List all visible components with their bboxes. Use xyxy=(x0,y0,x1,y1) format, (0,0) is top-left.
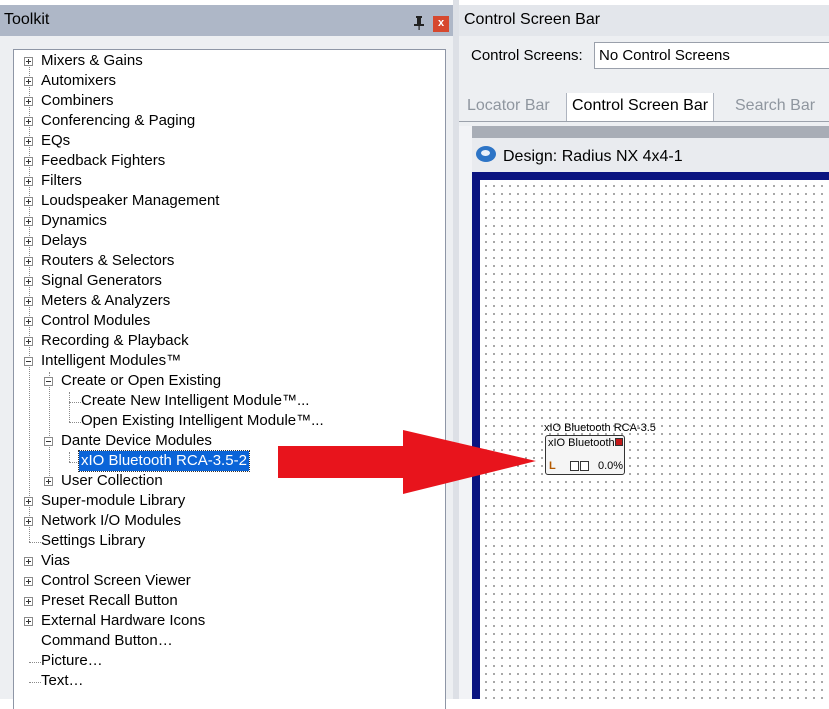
design-globe-icon xyxy=(476,146,496,162)
control-screens-value: No Control Screens xyxy=(599,47,730,64)
module-level-readout: 0.0% xyxy=(598,460,624,472)
expand-icon[interactable] xyxy=(24,197,33,206)
expand-icon[interactable] xyxy=(24,97,33,106)
tree-item-signal-generators[interactable]: Signal Generators xyxy=(41,271,162,291)
tree-item-settings-library[interactable]: Settings Library xyxy=(41,531,145,551)
tree-item-dante-device-modules[interactable]: Dante Device Modules xyxy=(61,431,212,451)
toolkit-title: Toolkit xyxy=(4,11,50,28)
module-name: xIO Bluetooth xyxy=(548,437,615,449)
tree-item-combiners[interactable]: Combiners xyxy=(41,91,114,111)
expand-icon[interactable] xyxy=(24,317,33,326)
expand-icon[interactable] xyxy=(24,237,33,246)
expand-icon[interactable] xyxy=(24,577,33,586)
tree-item-text[interactable]: Text… xyxy=(41,671,84,691)
tree-item-picture[interactable]: Picture… xyxy=(41,651,103,671)
tree-item-network-io-modules[interactable]: Network I/O Modules xyxy=(41,511,181,531)
expand-icon[interactable] xyxy=(24,277,33,286)
tree-item-recording-playback[interactable]: Recording & Playback xyxy=(41,331,189,351)
pin-icon[interactable] xyxy=(413,16,425,30)
tree-item-open-existing-module[interactable]: Open Existing Intelligent Module™... xyxy=(81,411,324,431)
tree-item-control-screen-viewer[interactable]: Control Screen Viewer xyxy=(41,571,191,591)
tree-item-external-hardware-icons[interactable]: External Hardware Icons xyxy=(41,611,205,631)
tree-line xyxy=(29,542,41,543)
tree-item-user-collection[interactable]: User Collection xyxy=(61,471,163,491)
tree-item-routers-selectors[interactable]: Routers & Selectors xyxy=(41,251,174,271)
tree-item-feedback-fighters[interactable]: Feedback Fighters xyxy=(41,151,165,171)
expand-icon[interactable] xyxy=(24,517,33,526)
tree-item-delays[interactable]: Delays xyxy=(41,231,87,251)
tree-line xyxy=(69,462,79,463)
module-caption: xIO Bluetooth RCA-3.5 xyxy=(544,422,656,434)
control-screen-bar-title: Control Screen Bar xyxy=(464,11,601,28)
tree-item-vias[interactable]: Vias xyxy=(41,551,70,571)
expand-icon[interactable] xyxy=(24,557,33,566)
tree-line xyxy=(49,372,50,482)
status-led-icon xyxy=(615,438,623,446)
expand-icon[interactable] xyxy=(24,497,33,506)
tree-item-command-button[interactable]: Command Button… xyxy=(41,631,173,651)
expand-icon[interactable] xyxy=(24,337,33,346)
tree-item-eqs[interactable]: EQs xyxy=(41,131,70,151)
collapse-icon[interactable] xyxy=(44,377,53,386)
tree-item-control-modules[interactable]: Control Modules xyxy=(41,311,150,331)
control-screen-bar-titlebar: Control Screen Bar xyxy=(459,5,829,36)
tree-line xyxy=(69,452,70,462)
tree-item-intelligent-modules[interactable]: Intelligent Modules™ xyxy=(41,351,181,371)
expand-icon[interactable] xyxy=(24,257,33,266)
tabs-underline xyxy=(459,121,829,122)
tab-control-screen-bar[interactable]: Control Screen Bar xyxy=(566,93,715,121)
tree-line xyxy=(69,402,81,403)
expand-icon[interactable] xyxy=(24,77,33,86)
module-channel-label: L xyxy=(549,460,556,472)
tab-search-bar[interactable]: Search Bar xyxy=(735,93,815,121)
xio-bluetooth-module[interactable]: xIO Bluetooth L 0.0% xyxy=(545,435,625,475)
tree-item-super-module-library[interactable]: Super-module Library xyxy=(41,491,185,511)
toolkit-titlebar: Toolkit x xyxy=(0,5,453,36)
expand-icon[interactable] xyxy=(24,617,33,626)
expand-icon[interactable] xyxy=(24,217,33,226)
control-screens-label: Control Screens: xyxy=(471,47,583,64)
tree-item-preset-recall-button[interactable]: Preset Recall Button xyxy=(41,591,178,611)
expand-icon[interactable] xyxy=(24,157,33,166)
collapse-icon[interactable] xyxy=(44,437,53,446)
tree-item-xio-bluetooth[interactable]: xIO Bluetooth RCA-3.5-2 xyxy=(78,450,250,472)
red-arrow-icon xyxy=(278,430,536,494)
tree-line xyxy=(29,682,41,683)
meter-box-icon xyxy=(570,461,579,471)
tree-item-loudspeaker-management[interactable]: Loudspeaker Management xyxy=(41,191,219,211)
tree-item-create-or-open[interactable]: Create or Open Existing xyxy=(61,371,221,391)
expand-icon[interactable] xyxy=(24,117,33,126)
tab-locator-bar[interactable]: Locator Bar xyxy=(467,93,550,121)
tree-line xyxy=(69,392,70,422)
tree-item-filters[interactable]: Filters xyxy=(41,171,82,191)
tree-item-meters-analyzers[interactable]: Meters & Analyzers xyxy=(41,291,170,311)
tree-item-dynamics[interactable]: Dynamics xyxy=(41,211,107,231)
expand-icon[interactable] xyxy=(44,477,53,486)
design-title: Design: Radius NX 4x4-1 xyxy=(503,148,683,165)
control-screens-dropdown[interactable]: No Control Screens xyxy=(594,42,829,69)
expand-icon[interactable] xyxy=(24,177,33,186)
design-side-gutter xyxy=(459,126,472,699)
tree-item-mixers-gains[interactable]: Mixers & Gains xyxy=(41,51,143,71)
expand-icon[interactable] xyxy=(24,297,33,306)
close-toolkit-button[interactable]: x xyxy=(433,16,449,32)
tree-item-conferencing-paging[interactable]: Conferencing & Paging xyxy=(41,111,195,131)
meter-box-icon xyxy=(580,461,589,471)
expand-icon[interactable] xyxy=(24,137,33,146)
tree-line xyxy=(69,422,81,423)
collapse-icon[interactable] xyxy=(24,357,33,366)
tree-line xyxy=(29,662,41,663)
tree-item-automixers[interactable]: Automixers xyxy=(41,71,116,91)
expand-icon[interactable] xyxy=(24,57,33,66)
tree-item-create-new-module[interactable]: Create New Intelligent Module™... xyxy=(81,391,309,411)
expand-icon[interactable] xyxy=(24,597,33,606)
